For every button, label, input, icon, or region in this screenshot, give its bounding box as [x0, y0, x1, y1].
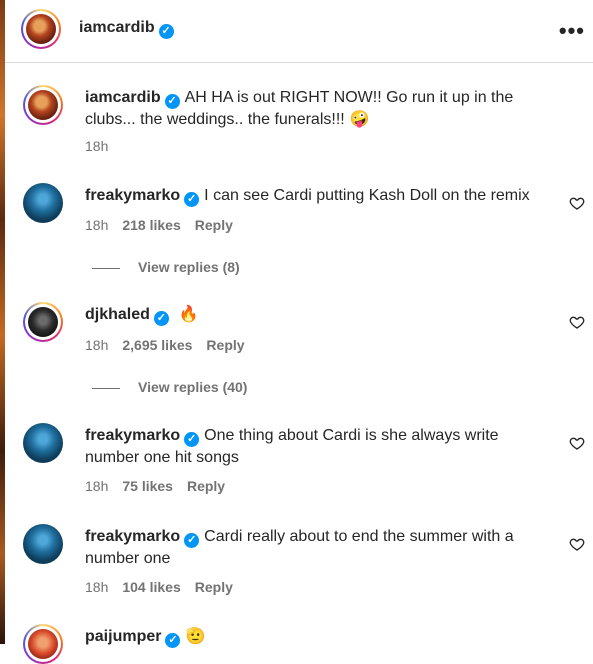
caption-time[interactable]: 18h [85, 138, 108, 154]
verified-badge-icon: ✓ [153, 311, 169, 326]
comment-time[interactable]: 18h [85, 217, 108, 233]
comment-avatar[interactable] [23, 624, 63, 664]
divider-line [92, 267, 120, 269]
view-replies-button[interactable]: View replies (8) [92, 259, 240, 275]
verified-badge-icon: ✓ [184, 432, 200, 447]
comment-meta: 18h 2,695 likes Reply [85, 337, 259, 353]
verified-badge-icon: ✓ [165, 633, 181, 648]
salute-emoji: 🫡 [185, 628, 206, 645]
reply-button[interactable]: Reply [206, 337, 244, 353]
comment-meta: 18h 218 likes Reply [85, 217, 247, 233]
comment-avatar[interactable] [23, 423, 63, 463]
header-user: iamcardib ✓ [79, 19, 174, 39]
comment-likes[interactable]: 2,695 likes [122, 337, 192, 353]
comment-text: I can see Cardi putting Kash Doll on the… [204, 187, 530, 204]
comment-meta: 18h 75 likes Reply [85, 478, 239, 494]
caption-emoji: 🤪 [349, 111, 370, 128]
comment-body: paijumper ✓ 🫡 [85, 626, 545, 648]
header-avatar[interactable] [21, 9, 61, 49]
comment-avatar[interactable] [23, 183, 63, 223]
comment-avatar[interactable] [23, 524, 63, 564]
comment-body: freakymarko ✓ I can see Cardi putting Kash… [85, 185, 545, 207]
header-username[interactable]: iamcardib [79, 19, 155, 36]
comment-item: freakymarko ✓ I can see Cardi putting Kash… [5, 183, 593, 283]
like-heart-icon[interactable] [569, 314, 585, 330]
like-heart-icon[interactable] [569, 435, 585, 451]
caption-username[interactable]: iamcardib [85, 89, 161, 106]
comment-likes[interactable]: 218 likes [122, 217, 180, 233]
comment-item-partial: paijumper ✓ 🫡 [5, 624, 593, 664]
view-replies-label: View replies (40) [138, 379, 248, 395]
comment-username[interactable]: freakymarko [85, 528, 180, 545]
reply-button[interactable]: Reply [195, 579, 233, 595]
divider-line [92, 387, 120, 389]
fire-emoji: 🔥 [178, 306, 199, 323]
comment-item: freakymarko ✓ One thing about Cardi is she… [5, 423, 593, 503]
caption: iamcardib ✓ AH HA is out RIGHT NOW!! Go ru… [5, 85, 593, 155]
comment-likes[interactable]: 104 likes [122, 579, 180, 595]
comment-time[interactable]: 18h [85, 478, 108, 494]
comment-likes[interactable]: 75 likes [122, 478, 173, 494]
view-replies-label: View replies (8) [138, 259, 240, 275]
caption-body: iamcardib ✓ AH HA is out RIGHT NOW!! Go ru… [85, 87, 545, 131]
comment-body: djkhaled ✓ 🔥 [85, 304, 545, 326]
verified-badge-icon: ✓ [184, 533, 200, 548]
verified-badge-icon: ✓ [184, 192, 200, 207]
post-header: iamcardib ✓ ••• [5, 0, 593, 63]
comment-username[interactable]: freakymarko [85, 427, 180, 444]
more-options-icon[interactable]: ••• [559, 18, 585, 44]
verified-badge-icon: ✓ [158, 24, 174, 39]
comment-body: freakymarko ✓ Cardi really about to end th… [85, 526, 535, 570]
comment-username[interactable]: djkhaled [85, 306, 150, 323]
verified-badge-icon: ✓ [164, 94, 180, 109]
comment-username[interactable]: freakymarko [85, 187, 180, 204]
comment-body: freakymarko ✓ One thing about Cardi is she… [85, 425, 535, 469]
comment-time[interactable]: 18h [85, 337, 108, 353]
caption-meta: 18h [85, 138, 122, 154]
comment-time[interactable]: 18h [85, 579, 108, 595]
comment-item: freakymarko ✓ Cardi really about to end th… [5, 524, 593, 604]
like-heart-icon[interactable] [569, 536, 585, 552]
like-heart-icon[interactable] [569, 195, 585, 211]
reply-button[interactable]: Reply [195, 217, 233, 233]
comment-item: djkhaled ✓ 🔥 18h 2,695 likes Reply View repl… [5, 302, 593, 402]
reply-button[interactable]: Reply [187, 478, 225, 494]
comment-username[interactable]: paijumper [85, 628, 161, 645]
caption-avatar[interactable] [23, 85, 63, 125]
comment-avatar[interactable] [23, 302, 63, 342]
view-replies-button[interactable]: View replies (40) [92, 379, 247, 395]
comment-meta: 18h 104 likes Reply [85, 579, 247, 595]
